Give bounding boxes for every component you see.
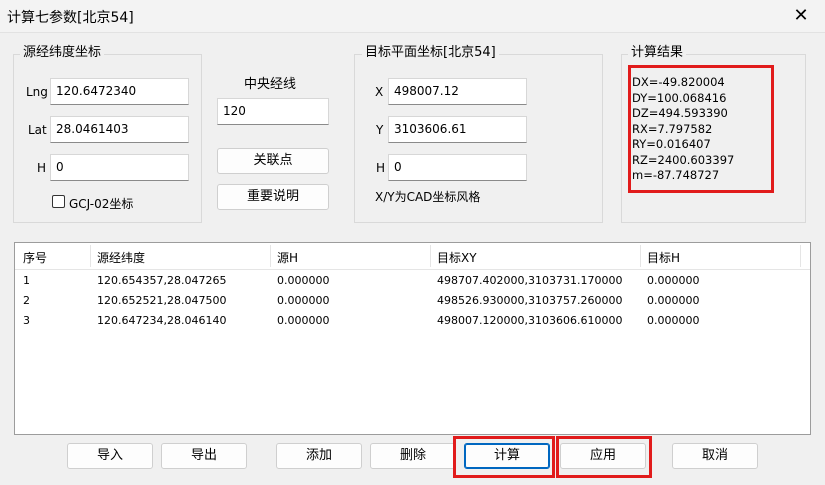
cell-source-h: 0.000000 bbox=[277, 314, 330, 327]
import-button[interactable]: 导入 bbox=[67, 443, 153, 469]
h-input-source[interactable]: 0 bbox=[50, 154, 189, 181]
cell-target-xy: 498707.402000,3103731.170000 bbox=[437, 274, 623, 287]
lng-input[interactable]: 120.6472340 bbox=[50, 78, 189, 105]
table-header: 序号 源经纬度 源H 目标XY 目标H bbox=[15, 243, 810, 270]
lat-input[interactable]: 28.0461403 bbox=[50, 116, 189, 143]
x-label: X bbox=[375, 85, 384, 99]
cell-source-lnglat: 120.654357,28.047265 bbox=[97, 274, 227, 287]
source-coords-group-label: 源经纬度坐标 bbox=[20, 45, 105, 61]
cell-target-h: 0.000000 bbox=[647, 294, 700, 307]
h-label-target: H bbox=[376, 161, 386, 175]
header-source-h[interactable]: 源H bbox=[277, 249, 298, 266]
table-row[interactable]: 2 120.652521,28.047500 0.000000 498526.9… bbox=[15, 291, 810, 311]
cancel-button[interactable]: 取消 bbox=[672, 443, 758, 469]
header-separator bbox=[270, 245, 271, 267]
gcj02-checkbox[interactable] bbox=[52, 195, 65, 208]
central-meridian-input[interactable]: 120 bbox=[217, 98, 329, 125]
header-separator bbox=[90, 245, 91, 267]
cell-target-h: 0.000000 bbox=[647, 274, 700, 287]
header-target-h[interactable]: 目标H bbox=[647, 249, 680, 266]
relation-points-button[interactable]: 关联点 bbox=[217, 148, 329, 174]
compute-highlight-box bbox=[453, 436, 555, 478]
cell-target-xy: 498526.930000,3103757.260000 bbox=[437, 294, 623, 307]
cell-source-h: 0.000000 bbox=[277, 294, 330, 307]
x-input[interactable]: 498007.12 bbox=[388, 78, 527, 105]
cad-style-note: X/Y为CAD坐标风格 bbox=[375, 190, 481, 204]
lng-label: Lng bbox=[26, 85, 48, 99]
cell-source-h: 0.000000 bbox=[277, 274, 330, 287]
y-input[interactable]: 3103606.61 bbox=[388, 116, 527, 143]
central-meridian-label: 中央经线 bbox=[244, 77, 297, 92]
apply-highlight-box bbox=[556, 436, 652, 478]
header-target-xy[interactable]: 目标XY bbox=[437, 249, 477, 266]
cell-index: 1 bbox=[23, 274, 30, 287]
result-group-label: 计算结果 bbox=[628, 45, 687, 61]
cell-index: 2 bbox=[23, 294, 30, 307]
h-input-target[interactable]: 0 bbox=[388, 154, 527, 181]
add-button[interactable]: 添加 bbox=[276, 443, 362, 469]
header-separator bbox=[800, 245, 801, 267]
close-icon[interactable]: ✕ bbox=[791, 5, 811, 26]
title-bar: 计算七参数[北京54] ✕ bbox=[0, 0, 825, 33]
y-label: Y bbox=[376, 123, 384, 137]
cell-index: 3 bbox=[23, 314, 30, 327]
h-label-source: H bbox=[37, 161, 47, 175]
header-source-lnglat[interactable]: 源经纬度 bbox=[97, 249, 145, 266]
cell-source-lnglat: 120.652521,28.047500 bbox=[97, 294, 227, 307]
target-coords-group-label: 目标平面坐标[北京54] bbox=[362, 45, 499, 61]
table-row[interactable]: 1 120.654357,28.047265 0.000000 498707.4… bbox=[15, 271, 810, 291]
lat-label: Lat bbox=[28, 123, 47, 137]
header-separator bbox=[430, 245, 431, 267]
cell-source-lnglat: 120.647234,28.046140 bbox=[97, 314, 227, 327]
table-row[interactable]: 3 120.647234,28.046140 0.000000 498007.1… bbox=[15, 311, 810, 331]
delete-button[interactable]: 删除 bbox=[370, 443, 456, 469]
window-title: 计算七参数[北京54] bbox=[7, 10, 134, 26]
important-notes-button[interactable]: 重要说明 bbox=[217, 184, 329, 210]
export-button[interactable]: 导出 bbox=[161, 443, 247, 469]
gcj02-label[interactable]: GCJ-02坐标 bbox=[69, 195, 133, 212]
header-index[interactable]: 序号 bbox=[23, 249, 47, 266]
header-separator bbox=[640, 245, 641, 267]
points-table[interactable]: 序号 源经纬度 源H 目标XY 目标H 1 120.654357,28.0472… bbox=[14, 242, 811, 435]
cell-target-xy: 498007.120000,3103606.610000 bbox=[437, 314, 623, 327]
result-highlight-box bbox=[628, 65, 774, 193]
cell-target-h: 0.000000 bbox=[647, 314, 700, 327]
